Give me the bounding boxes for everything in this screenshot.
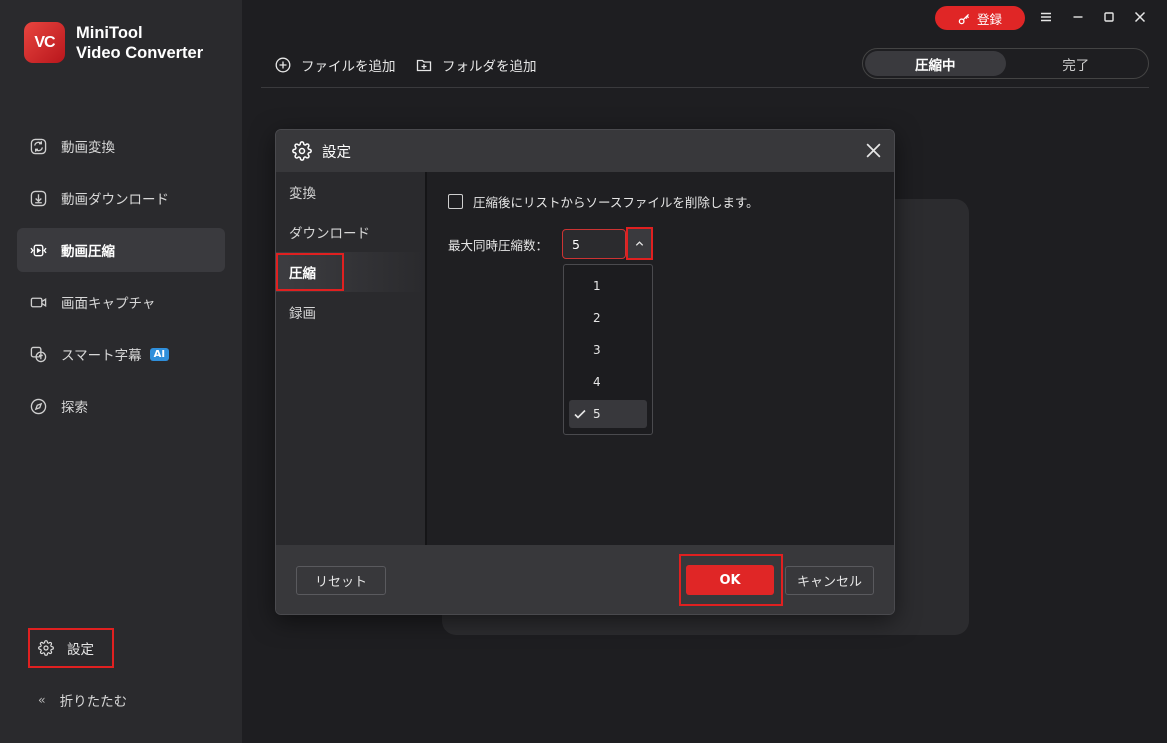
dialog-body: 変換 ダウンロード 圧縮 録画 圧縮後にリストからソースファイルを削除します。 … bbox=[276, 172, 894, 545]
dialog-footer: リセット OK キャンセル bbox=[276, 545, 894, 614]
chevron-up-icon bbox=[635, 241, 644, 246]
settings-button[interactable]: 設定 bbox=[28, 628, 114, 668]
dialog-nav-label: ダウンロード bbox=[289, 226, 370, 242]
sidebar-item-label: 動画圧縮 bbox=[61, 244, 115, 260]
dropdown-option-3[interactable]: 3 bbox=[569, 336, 647, 364]
collapse-label: 折りたたむ bbox=[59, 694, 128, 710]
max-compress-label: 最大同時圧縮数： bbox=[448, 238, 549, 253]
maximize-button[interactable] bbox=[1099, 7, 1119, 27]
sidebar-item-capture[interactable]: 画面キャプチャ bbox=[17, 280, 225, 324]
sidebar-item-subtitle[interactable]: スマート字幕 AI bbox=[17, 332, 225, 376]
gear-icon bbox=[38, 640, 54, 656]
sidebar-item-label: 動画変換 bbox=[61, 140, 115, 156]
ok-button-highlight: OK bbox=[679, 554, 783, 606]
download-icon bbox=[30, 190, 47, 206]
dialog-title: 設定 bbox=[322, 144, 351, 161]
dialog-nav-download[interactable]: ダウンロード bbox=[276, 212, 425, 252]
dialog-nav-compress[interactable]: 圧縮 bbox=[276, 252, 425, 292]
add-file-label: ファイルを追加 bbox=[301, 59, 396, 75]
settings-label: 設定 bbox=[67, 642, 94, 658]
checkmark-icon bbox=[574, 409, 586, 419]
status-tabs: 圧縮中 完了 bbox=[862, 48, 1149, 79]
dialog-nav-record[interactable]: 録画 bbox=[276, 292, 425, 332]
ai-badge: AI bbox=[149, 347, 170, 361]
sidebar-item-download[interactable]: 動画ダウンロード bbox=[17, 176, 225, 220]
ok-button[interactable]: OK bbox=[686, 565, 774, 595]
toolbar-divider bbox=[261, 87, 1149, 88]
register-button[interactable]: 登録 bbox=[935, 6, 1025, 30]
dropdown-option-5[interactable]: 5 bbox=[569, 400, 647, 428]
camera-icon bbox=[30, 297, 47, 307]
app-name-line2: Video Converter bbox=[76, 43, 204, 62]
dialog-nav-label: 変換 bbox=[289, 186, 316, 202]
key-icon bbox=[958, 13, 970, 24]
remove-source-checkbox[interactable] bbox=[448, 194, 463, 209]
gear-icon bbox=[292, 141, 312, 161]
convert-icon bbox=[30, 138, 47, 154]
sidebar-item-label: スマート字幕 bbox=[61, 348, 142, 364]
remove-source-label: 圧縮後にリストからソースファイルを削除します。 bbox=[473, 195, 759, 210]
add-folder-button[interactable]: フォルダを追加 bbox=[416, 55, 537, 75]
sidebar-item-convert[interactable]: 動画変換 bbox=[17, 124, 225, 168]
dialog-header: 設定 bbox=[276, 130, 894, 172]
tab-compressing[interactable]: 圧縮中 bbox=[865, 51, 1006, 76]
sidebar-nav: 動画変換 動画ダウンロード 動画圧縮 画面キャプチャ スマート字幕 AI 探索 bbox=[17, 124, 225, 436]
sidebar-item-label: 動画ダウンロード bbox=[61, 192, 169, 208]
app-name: MiniTool Video Converter bbox=[76, 23, 203, 63]
add-folder-label: フォルダを追加 bbox=[442, 59, 537, 75]
add-folder-icon bbox=[416, 59, 432, 72]
sidebar-item-explore[interactable]: 探索 bbox=[17, 384, 225, 428]
add-circle-icon bbox=[275, 57, 291, 73]
close-icon[interactable] bbox=[865, 142, 882, 159]
sidebar-item-compress[interactable]: 動画圧縮 bbox=[17, 228, 225, 272]
minimize-button[interactable] bbox=[1068, 7, 1088, 27]
compass-icon bbox=[30, 398, 47, 414]
minimize-icon bbox=[1073, 16, 1083, 18]
dropdown-option-1[interactable]: 1 bbox=[569, 272, 647, 300]
dialog-nav-convert[interactable]: 変換 bbox=[276, 172, 425, 212]
add-file-button[interactable]: ファイルを追加 bbox=[275, 55, 396, 75]
dialog-nav-label: 圧縮 bbox=[276, 253, 344, 291]
sidebar-item-label: 画面キャプチャ bbox=[61, 296, 156, 312]
dialog-nav: 変換 ダウンロード 圧縮 録画 bbox=[276, 172, 427, 545]
hamburger-menu-icon bbox=[1041, 12, 1051, 22]
max-compress-dropdown: 1 2 3 4 5 bbox=[563, 264, 653, 435]
select-toggle-button[interactable] bbox=[626, 227, 653, 260]
collapse-button[interactable]: ‹‹ 折りたたむ bbox=[38, 690, 127, 710]
reset-button[interactable]: リセット bbox=[296, 566, 386, 595]
dropdown-option-2[interactable]: 2 bbox=[569, 304, 647, 332]
menu-button[interactable] bbox=[1036, 7, 1056, 27]
close-window-button[interactable] bbox=[1130, 7, 1150, 27]
cancel-button[interactable]: キャンセル bbox=[785, 566, 874, 595]
subtitle-icon bbox=[30, 346, 47, 362]
settings-dialog: 設定 変換 ダウンロード 圧縮 録画 圧縮後にリストからソースファイルを削除しま… bbox=[275, 129, 895, 615]
dialog-nav-label: 録画 bbox=[289, 306, 316, 322]
register-label: 登録 bbox=[976, 11, 1002, 27]
max-compress-select[interactable]: 5 bbox=[562, 229, 626, 259]
logo-icon: VC bbox=[24, 22, 65, 63]
dropdown-option-4[interactable]: 4 bbox=[569, 368, 647, 396]
sidebar-item-label: 探索 bbox=[61, 400, 88, 416]
double-chevron-left-icon: ‹‹ bbox=[38, 693, 45, 707]
sidebar: VC MiniTool Video Converter 動画変換 動画ダウンロー… bbox=[0, 0, 242, 743]
compress-icon bbox=[30, 244, 47, 256]
remove-source-option[interactable]: 圧縮後にリストからソースファイルを削除します。 bbox=[448, 192, 759, 211]
close-icon bbox=[1134, 11, 1146, 23]
tab-completed[interactable]: 完了 bbox=[1006, 51, 1147, 76]
app-logo: VC MiniTool Video Converter bbox=[24, 22, 203, 63]
app-name-line1: MiniTool bbox=[76, 23, 143, 42]
maximize-icon bbox=[1104, 12, 1114, 22]
